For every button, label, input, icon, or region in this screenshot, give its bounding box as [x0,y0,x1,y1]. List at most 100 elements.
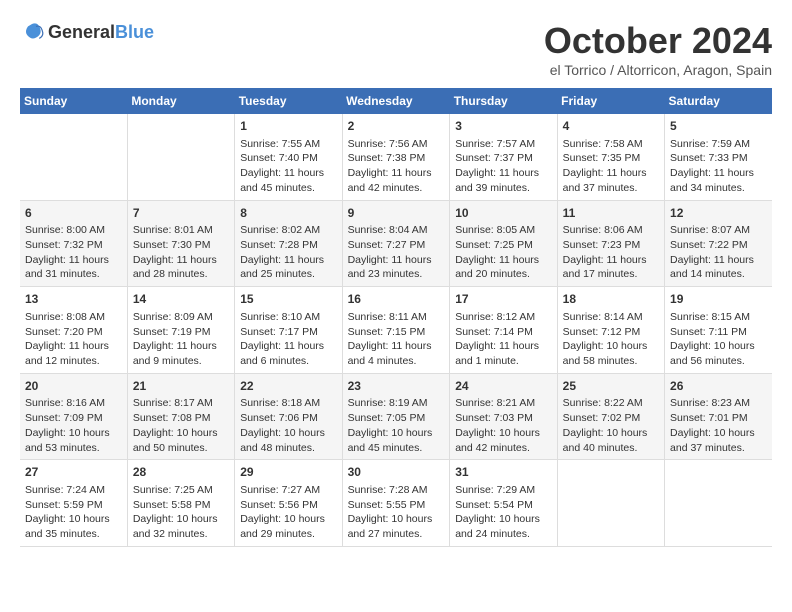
week-row: 1 Sunrise: 7:55 AM Sunset: 7:40 PM Daylig… [20,114,772,200]
cell-content: Sunrise: 8:22 AM Sunset: 7:02 PM Dayligh… [563,396,659,455]
calendar-cell: 24Sunrise: 8:21 AM Sunset: 7:03 PM Dayli… [450,373,557,460]
day-number: 25 [563,378,659,395]
calendar-cell: 13 Sunrise: 8:08 AM Sunset: 7:20 PM Dayli… [20,287,127,374]
calendar-cell: 1 Sunrise: 7:55 AM Sunset: 7:40 PM Daylig… [235,114,342,200]
calendar-cell [665,460,772,547]
week-row: 27 Sunrise: 7:24 AM Sunset: 5:59 PM Dayli… [20,460,772,547]
cell-content: Sunrise: 7:24 AM Sunset: 5:59 PM Dayligh… [25,483,122,542]
cell-content: Sunrise: 7:59 AM Sunset: 7:33 PM Dayligh… [670,137,767,196]
cell-content: Sunrise: 7:57 AM Sunset: 7:37 PM Dayligh… [455,137,551,196]
day-number: 18 [563,291,659,308]
column-header-sunday: Sunday [20,88,127,114]
day-number: 15 [240,291,336,308]
day-number: 16 [348,291,445,308]
logo-general: General [48,22,115,42]
calendar-cell: 20Sunrise: 8:16 AM Sunset: 7:09 PM Dayli… [20,373,127,460]
calendar-cell: 3 Sunrise: 7:57 AM Sunset: 7:37 PM Daylig… [450,114,557,200]
page-header: GeneralBlue October 2024 el Torrico / Al… [20,20,772,78]
cell-content: Sunrise: 8:14 AM Sunset: 7:12 PM Dayligh… [563,310,659,369]
cell-content: Sunrise: 8:19 AM Sunset: 7:05 PM Dayligh… [348,396,445,455]
day-number: 13 [25,291,122,308]
cell-content: Sunrise: 7:55 AM Sunset: 7:40 PM Dayligh… [240,137,336,196]
day-number: 23 [348,378,445,395]
calendar-cell: 7Sunrise: 8:01 AM Sunset: 7:30 PM Daylig… [127,200,234,287]
calendar-cell: 17 Sunrise: 8:12 AM Sunset: 7:14 PM Dayli… [450,287,557,374]
day-number: 2 [348,118,445,135]
calendar-cell: 10Sunrise: 8:05 AM Sunset: 7:25 PM Dayli… [450,200,557,287]
day-number: 3 [455,118,551,135]
cell-content: Sunrise: 7:58 AM Sunset: 7:35 PM Dayligh… [563,137,659,196]
calendar-cell: 19 Sunrise: 8:15 AM Sunset: 7:11 PM Dayli… [665,287,772,374]
cell-content: Sunrise: 8:05 AM Sunset: 7:25 PM Dayligh… [455,223,551,282]
calendar-cell: 25Sunrise: 8:22 AM Sunset: 7:02 PM Dayli… [557,373,664,460]
month-title: October 2024 [544,20,772,62]
day-number: 17 [455,291,551,308]
cell-content: Sunrise: 8:04 AM Sunset: 7:27 PM Dayligh… [348,223,445,282]
cell-content: Sunrise: 8:12 AM Sunset: 7:14 PM Dayligh… [455,310,551,369]
calendar-table: SundayMondayTuesdayWednesdayThursdayFrid… [20,88,772,547]
logo-icon [20,20,44,44]
calendar-cell: 23Sunrise: 8:19 AM Sunset: 7:05 PM Dayli… [342,373,450,460]
day-number: 26 [670,378,767,395]
week-row: 13 Sunrise: 8:08 AM Sunset: 7:20 PM Dayli… [20,287,772,374]
logo-blue: Blue [115,22,154,42]
column-header-wednesday: Wednesday [342,88,450,114]
cell-content: Sunrise: 7:28 AM Sunset: 5:55 PM Dayligh… [348,483,445,542]
cell-content: Sunrise: 8:08 AM Sunset: 7:20 PM Dayligh… [25,310,122,369]
cell-content: Sunrise: 8:15 AM Sunset: 7:11 PM Dayligh… [670,310,767,369]
cell-content: Sunrise: 8:02 AM Sunset: 7:28 PM Dayligh… [240,223,336,282]
day-number: 7 [133,205,229,222]
cell-content: Sunrise: 8:09 AM Sunset: 7:19 PM Dayligh… [133,310,229,369]
calendar-cell: 14 Sunrise: 8:09 AM Sunset: 7:19 PM Dayli… [127,287,234,374]
cell-content: Sunrise: 7:27 AM Sunset: 5:56 PM Dayligh… [240,483,336,542]
day-number: 12 [670,205,767,222]
calendar-cell: 30 Sunrise: 7:28 AM Sunset: 5:55 PM Dayli… [342,460,450,547]
calendar-cell [127,114,234,200]
logo-text: GeneralBlue [48,22,154,43]
cell-content: Sunrise: 8:11 AM Sunset: 7:15 PM Dayligh… [348,310,445,369]
day-number: 31 [455,464,551,481]
week-row: 20Sunrise: 8:16 AM Sunset: 7:09 PM Dayli… [20,373,772,460]
calendar-cell [557,460,664,547]
cell-content: Sunrise: 7:29 AM Sunset: 5:54 PM Dayligh… [455,483,551,542]
calendar-cell: 31 Sunrise: 7:29 AM Sunset: 5:54 PM Dayli… [450,460,557,547]
day-number: 29 [240,464,336,481]
cell-content: Sunrise: 8:23 AM Sunset: 7:01 PM Dayligh… [670,396,767,455]
column-header-tuesday: Tuesday [235,88,342,114]
day-number: 27 [25,464,122,481]
day-number: 9 [348,205,445,222]
cell-content: Sunrise: 7:25 AM Sunset: 5:58 PM Dayligh… [133,483,229,542]
day-number: 1 [240,118,336,135]
logo: GeneralBlue [20,20,154,44]
day-number: 21 [133,378,229,395]
calendar-cell: 26Sunrise: 8:23 AM Sunset: 7:01 PM Dayli… [665,373,772,460]
day-number: 8 [240,205,336,222]
cell-content: Sunrise: 8:16 AM Sunset: 7:09 PM Dayligh… [25,396,122,455]
day-number: 5 [670,118,767,135]
day-number: 20 [25,378,122,395]
day-number: 19 [670,291,767,308]
week-row: 6Sunrise: 8:00 AM Sunset: 7:32 PM Daylig… [20,200,772,287]
calendar-cell: 8Sunrise: 8:02 AM Sunset: 7:28 PM Daylig… [235,200,342,287]
calendar-cell [20,114,127,200]
calendar-cell: 27 Sunrise: 7:24 AM Sunset: 5:59 PM Dayli… [20,460,127,547]
column-header-thursday: Thursday [450,88,557,114]
calendar-cell: 16 Sunrise: 8:11 AM Sunset: 7:15 PM Dayli… [342,287,450,374]
calendar-cell: 4Sunrise: 7:58 AM Sunset: 7:35 PM Daylig… [557,114,664,200]
calendar-cell: 6Sunrise: 8:00 AM Sunset: 7:32 PM Daylig… [20,200,127,287]
cell-content: Sunrise: 8:10 AM Sunset: 7:17 PM Dayligh… [240,310,336,369]
calendar-cell: 22Sunrise: 8:18 AM Sunset: 7:06 PM Dayli… [235,373,342,460]
cell-content: Sunrise: 8:18 AM Sunset: 7:06 PM Dayligh… [240,396,336,455]
header-row: SundayMondayTuesdayWednesdayThursdayFrid… [20,88,772,114]
day-number: 11 [563,205,659,222]
calendar-cell: 11Sunrise: 8:06 AM Sunset: 7:23 PM Dayli… [557,200,664,287]
cell-content: Sunrise: 7:56 AM Sunset: 7:38 PM Dayligh… [348,137,445,196]
calendar-cell: 12Sunrise: 8:07 AM Sunset: 7:22 PM Dayli… [665,200,772,287]
day-number: 14 [133,291,229,308]
calendar-cell: 5 Sunrise: 7:59 AM Sunset: 7:33 PM Daylig… [665,114,772,200]
cell-content: Sunrise: 8:00 AM Sunset: 7:32 PM Dayligh… [25,223,122,282]
calendar-cell: 2 Sunrise: 7:56 AM Sunset: 7:38 PM Daylig… [342,114,450,200]
day-number: 30 [348,464,445,481]
column-header-friday: Friday [557,88,664,114]
day-number: 24 [455,378,551,395]
